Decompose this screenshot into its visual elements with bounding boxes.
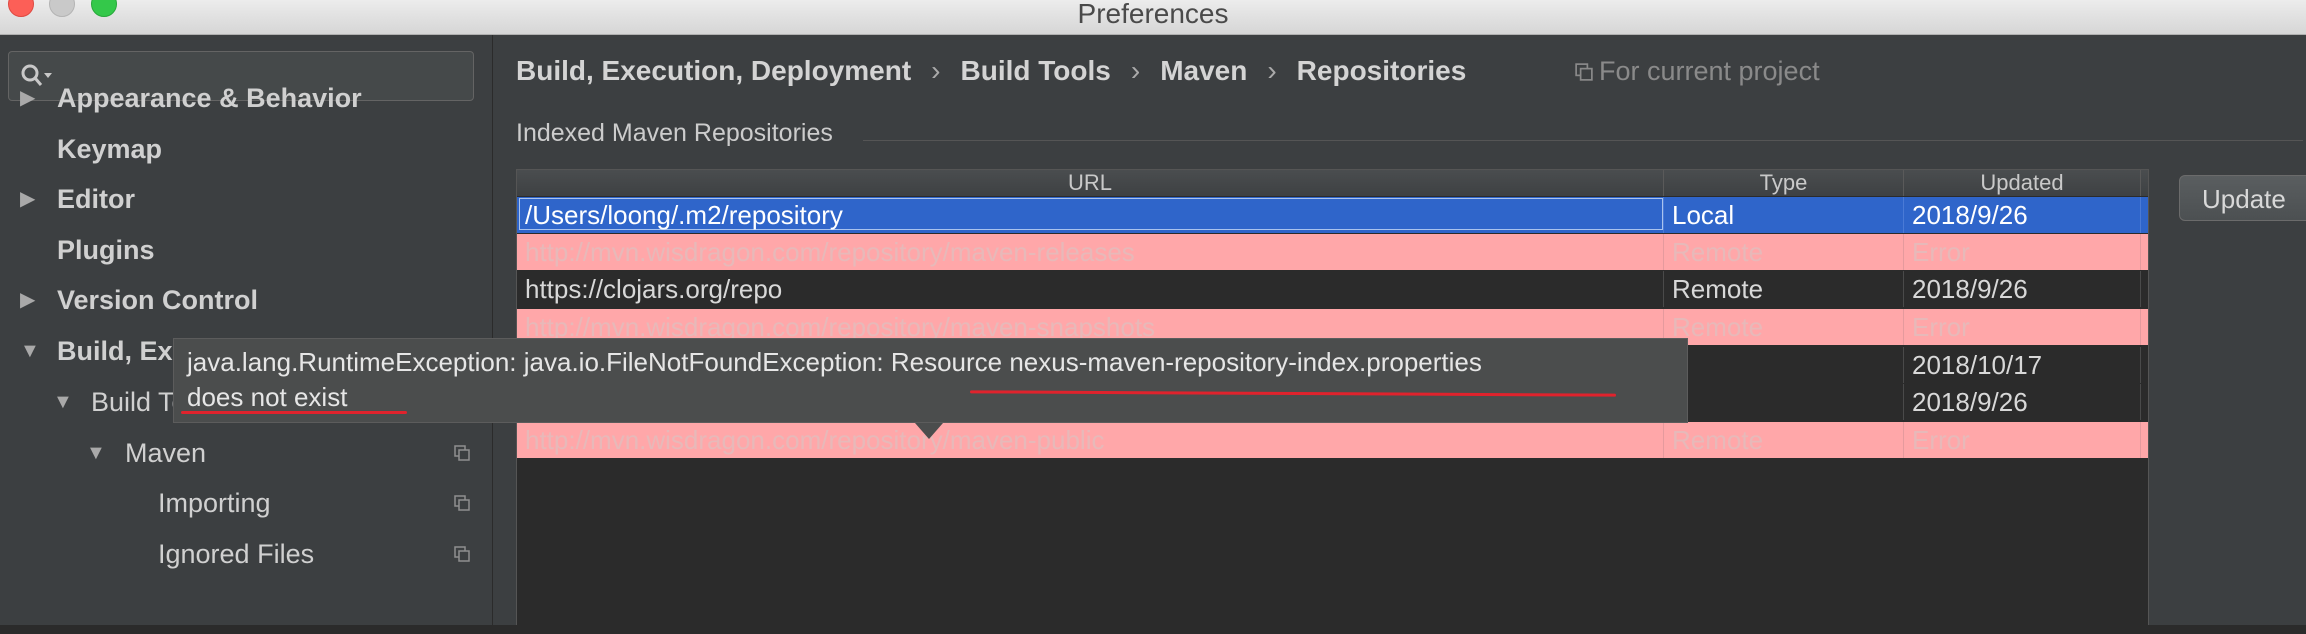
sidebar-item-ignored-files[interactable]: Ignored Files <box>158 534 314 574</box>
column-header-url[interactable]: URL <box>517 170 1664 196</box>
sidebar-item-appearance-behavior[interactable]: Appearance & Behavior <box>57 78 362 118</box>
tooltip-line: java.lang.RuntimeException: java.io.File… <box>187 347 1482 377</box>
project-scope-icon <box>1575 63 1593 81</box>
section-title: Indexed Maven Repositories <box>516 119 833 147</box>
scope-indicator: For current project <box>1575 51 1820 91</box>
column-header-type[interactable]: Type <box>1664 170 1904 196</box>
scope-label: For current project <box>1599 56 1820 86</box>
url-cell: http://mvn.wisdragon.com/repository/mave… <box>517 422 1664 458</box>
breadcrumb-item: Build, Execution, Deployment <box>516 55 912 86</box>
table-row[interactable]: /Users/loong/.m2/repository Local 2018/9… <box>517 197 2148 233</box>
project-scope-icon <box>454 546 470 562</box>
sidebar-item-importing[interactable]: Importing <box>158 483 271 523</box>
updated-cell: 2018/9/26 <box>1904 271 2141 307</box>
breadcrumb-separator: › <box>1267 55 1277 86</box>
type-cell: Remote <box>1664 422 1904 458</box>
settings-content-panel: Build, Execution, Deployment › Build Tools… <box>493 35 2306 627</box>
breadcrumb-separator: › <box>931 55 941 86</box>
url-cell: https://clojars.org/repo <box>517 271 1664 307</box>
table-row[interactable]: http://mvn.wisdragon.com/repository/mave… <box>517 422 2148 458</box>
url-cell: /Users/loong/.m2/repository <box>517 197 1664 233</box>
updated-cell: Error <box>1904 234 2141 270</box>
type-cell: Remote <box>1664 309 1904 345</box>
breadcrumb-separator: › <box>1130 55 1141 86</box>
updated-cell: 2018/9/26 <box>1904 197 2141 233</box>
window-bottom-edge <box>0 625 2306 634</box>
title-bar: Preferences <box>0 0 2306 35</box>
window-title: Preferences <box>1077 0 1229 29</box>
sidebar-item-plugins[interactable]: Plugins <box>57 230 155 270</box>
sidebar-item-keymap[interactable]: Keymap <box>57 129 162 169</box>
table-row[interactable]: https://clojars.org/repo Remote 2018/9/2… <box>517 271 2148 307</box>
project-scope-icon <box>454 495 470 511</box>
sidebar-item-editor[interactable]: Editor <box>57 179 135 219</box>
breadcrumb: Build, Execution, Deployment › Build Tools… <box>516 51 1466 91</box>
collapse-arrow-icon[interactable]: ▼ <box>53 382 73 422</box>
collapse-arrow-icon[interactable]: ▼ <box>86 433 106 473</box>
settings-sidebar: ▶ Appearance & Behavior Keymap ▶ Editor … <box>0 35 493 625</box>
type-cell: Remote <box>1664 271 1904 307</box>
column-header-updated[interactable]: Updated <box>1904 170 2141 196</box>
breadcrumb-item: Maven <box>1160 55 1248 86</box>
section-divider <box>863 140 2303 141</box>
sidebar-item-version-control[interactable]: Version Control <box>57 280 258 320</box>
update-button[interactable]: Update <box>2179 175 2306 221</box>
project-scope-icon <box>454 445 470 461</box>
updated-cell: 2018/10/17 <box>1904 347 2141 383</box>
annotation-underline <box>181 411 407 414</box>
breadcrumb-item: Build Tools <box>960 55 1111 86</box>
updated-cell: Error <box>1904 309 2141 345</box>
page-title: Repositories <box>1296 55 1467 86</box>
type-cell: Local <box>1664 197 1904 233</box>
expand-arrow-icon[interactable]: ▶ <box>20 179 35 219</box>
updated-cell: Error <box>1904 422 2141 458</box>
table-row[interactable]: http://mvn.wisdragon.com/repository/mave… <box>517 234 2148 270</box>
type-cell: Remote <box>1664 234 1904 270</box>
collapse-arrow-icon[interactable]: ▼ <box>20 331 40 371</box>
type-cell <box>1664 347 1904 383</box>
expand-arrow-icon[interactable]: ▶ <box>20 78 35 118</box>
tooltip-line: does not exist <box>187 382 348 412</box>
type-cell <box>1664 384 1904 420</box>
sidebar-item-maven[interactable]: Maven <box>125 433 206 473</box>
tooltip-pointer <box>915 423 943 439</box>
updated-cell: 2018/9/26 <box>1904 384 2141 420</box>
table-header: URL Type Updated <box>517 170 2148 197</box>
expand-arrow-icon[interactable]: ▶ <box>20 280 35 320</box>
url-cell: http://mvn.wisdragon.com/repository/mave… <box>517 234 1664 270</box>
